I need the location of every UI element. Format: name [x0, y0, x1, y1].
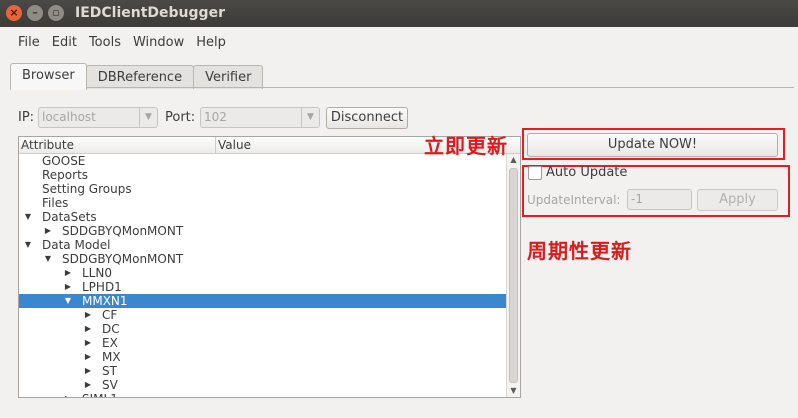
tree-row[interactable]: ▼ Data Model — [19, 238, 506, 252]
tree-row-label: SDDGBYQMonMONT — [62, 252, 184, 266]
tree-row-label: EX — [102, 336, 118, 350]
column-attribute[interactable]: Attribute — [19, 137, 216, 153]
tree-row-label: MX — [102, 350, 121, 364]
tree-row-label: LLN0 — [82, 266, 112, 280]
disconnect-button[interactable]: Disconnect — [326, 107, 408, 129]
scroll-down-icon[interactable]: ▼ — [507, 385, 520, 397]
port-combo[interactable]: 102 ▼ — [200, 107, 320, 128]
port-value: 102 — [204, 110, 227, 124]
title-bar: × – ▫ IEDClientDebugger — [0, 0, 798, 27]
tree-row-label: Data Model — [42, 238, 111, 252]
collapse-triangle-icon[interactable]: ▼ — [23, 210, 33, 224]
tree-row[interactable]: ▶ SV — [19, 378, 506, 392]
tree-row-label: GOOSE — [42, 154, 86, 168]
expand-triangle-icon[interactable]: ▶ — [43, 224, 53, 238]
expand-triangle-icon[interactable]: ▶ — [83, 322, 93, 336]
menu-tools[interactable]: Tools — [83, 29, 127, 56]
expand-triangle-icon[interactable]: ▶ — [63, 392, 73, 397]
expand-triangle-icon[interactable]: ▶ — [63, 280, 73, 294]
port-label: Port: — [165, 110, 196, 125]
tab-verifier[interactable]: Verifier — [193, 65, 264, 89]
collapse-triangle-icon[interactable]: ▼ — [63, 294, 73, 308]
tree-row[interactable]: Setting Groups — [19, 182, 506, 196]
tab-bar: Browser DBReference Verifier — [10, 63, 264, 90]
minimize-icon[interactable]: – — [27, 5, 43, 21]
apply-button[interactable]: Apply — [697, 189, 778, 211]
tree-row-label: DC — [102, 322, 120, 336]
expand-triangle-icon[interactable]: ▶ — [83, 308, 93, 322]
tree-row-label: DataSets — [42, 210, 97, 224]
tree-row-label: LPHD1 — [82, 280, 122, 294]
auto-update-checkbox[interactable] — [528, 166, 542, 180]
tree-row-label: SV — [102, 378, 118, 392]
tree-row-label: MMXN1 — [82, 294, 128, 308]
tab-dbreference[interactable]: DBReference — [85, 65, 195, 89]
tree-row-label: SIML1 — [82, 392, 118, 397]
menu-window[interactable]: Window — [127, 29, 190, 56]
tree-scrollbar[interactable]: ▲ ▼ — [506, 154, 520, 397]
menu-help[interactable]: Help — [190, 29, 232, 56]
update-interval-label: UpdateInterval: — [527, 193, 621, 207]
collapse-triangle-icon[interactable]: ▼ — [23, 238, 33, 252]
ip-label: IP: — [18, 110, 35, 125]
tree-row[interactable]: ▶ LPHD1 — [19, 280, 506, 294]
menu-file[interactable]: File — [12, 29, 46, 56]
tree-row-label: Reports — [42, 168, 89, 182]
tree-row-label: Files — [42, 196, 69, 210]
tree-row-label: CF — [102, 308, 118, 322]
tree-row[interactable]: ▼ SDDGBYQMonMONT — [19, 252, 506, 266]
expand-triangle-icon[interactable]: ▶ — [83, 336, 93, 350]
attribute-tree[interactable]: Attribute Value GOOSE Reports Setting Grou… — [18, 136, 521, 398]
tree-row[interactable]: Files — [19, 196, 506, 210]
maximize-icon[interactable]: ▫ — [48, 5, 64, 21]
expand-triangle-icon[interactable]: ▶ — [63, 266, 73, 280]
tree-row-label: Setting Groups — [42, 182, 132, 196]
tree-row[interactable]: ▼ MMXN1 — [19, 294, 506, 308]
tree-row[interactable]: Reports — [19, 168, 506, 182]
tab-browser[interactable]: Browser — [10, 63, 87, 90]
tree-row-label: ST — [102, 364, 117, 378]
tree-row[interactable]: ▼ DataSets — [19, 210, 506, 224]
collapse-triangle-icon[interactable]: ▼ — [43, 252, 53, 266]
tree-row[interactable]: ▶ CF — [19, 308, 506, 322]
close-icon[interactable]: × — [6, 5, 22, 21]
tree-row[interactable]: ▶ MX — [19, 350, 506, 364]
window-title: IEDClientDebugger — [75, 5, 225, 21]
periodic-update-annotation: 周期性更新 — [527, 239, 632, 263]
update-now-button[interactable]: Update NOW! — [527, 133, 778, 157]
tree-row[interactable]: ▶ SIML1 — [19, 392, 506, 397]
expand-triangle-icon[interactable]: ▶ — [83, 364, 93, 378]
update-interval-field[interactable]: -1 — [627, 189, 692, 210]
instant-update-annotation: 立即更新 — [424, 134, 508, 158]
expand-triangle-icon[interactable]: ▶ — [83, 378, 93, 392]
ip-value: localhost — [42, 110, 96, 124]
menu-edit[interactable]: Edit — [46, 29, 83, 56]
tree-row[interactable]: ▶ DC — [19, 322, 506, 336]
scroll-up-icon[interactable]: ▲ — [507, 154, 520, 166]
tree-body: GOOSE Reports Setting Groups Files ▼ DataSets… — [19, 154, 506, 397]
scroll-thumb[interactable] — [509, 168, 518, 383]
tree-row[interactable]: ▶ SDDGBYQMonMONT — [19, 224, 506, 238]
auto-update-label: Auto Update — [546, 165, 628, 180]
expand-triangle-icon[interactable]: ▶ — [83, 350, 93, 364]
tree-row[interactable]: ▶ LLN0 — [19, 266, 506, 280]
tree-row[interactable]: ▶ EX — [19, 336, 506, 350]
ip-combo[interactable]: localhost ▼ — [38, 107, 158, 128]
tree-row-label: SDDGBYQMonMONT — [62, 224, 184, 238]
chevron-down-icon[interactable]: ▼ — [301, 108, 319, 127]
tree-row[interactable]: ▶ ST — [19, 364, 506, 378]
chevron-down-icon[interactable]: ▼ — [139, 108, 157, 127]
menu-bar: File Edit Tools Window Help — [0, 27, 798, 57]
